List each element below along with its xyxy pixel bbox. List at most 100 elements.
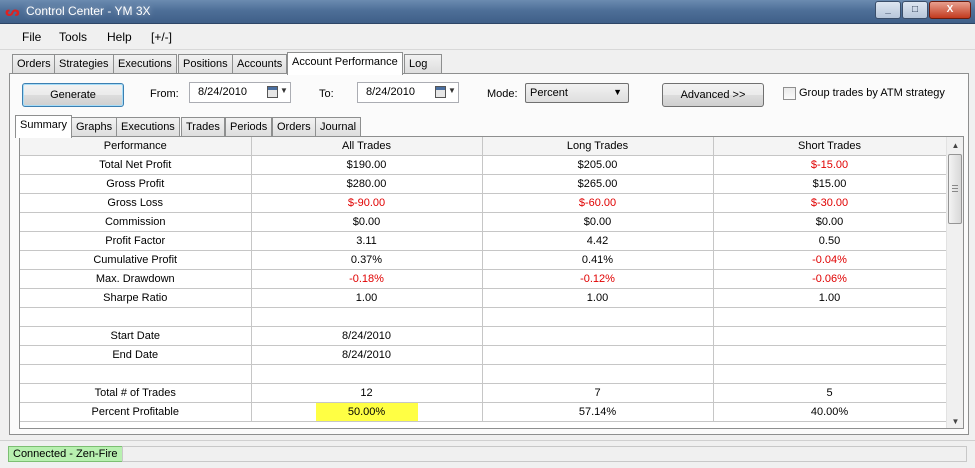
row-label: Total Net Profit	[20, 155, 252, 175]
row-label: Start Date	[20, 326, 252, 346]
short-trades-cell: 1.00	[713, 288, 947, 308]
minimize-button[interactable]: _	[875, 1, 901, 19]
tab-account-performance[interactable]: Account Performance	[287, 52, 403, 75]
long-trades-cell	[482, 326, 714, 346]
menu-help[interactable]: Help	[107, 30, 132, 44]
calendar-icon[interactable]	[267, 86, 278, 98]
all-trades-cell: 50.00%	[251, 402, 483, 422]
table-row[interactable]: Total Net Profit $190.00 $205.00 $-15.00	[20, 155, 947, 175]
menu-expand-toggle[interactable]: [+/-]	[151, 30, 172, 44]
calendar-icon[interactable]	[435, 86, 446, 98]
mode-select[interactable]: Percent ▼	[525, 83, 629, 103]
highlighted-value: 50.00%	[315, 402, 418, 420]
all-trades-cell	[251, 307, 483, 327]
to-date-value: 8/24/2010	[366, 86, 415, 98]
generate-button[interactable]: Generate	[22, 83, 124, 107]
menu-file[interactable]: File	[22, 30, 41, 44]
all-trades-cell	[251, 364, 483, 384]
row-label: Sharpe Ratio	[20, 288, 252, 308]
table-row[interactable]: Start Date 8/24/2010	[20, 326, 947, 346]
long-trades-cell: 57.14%	[482, 402, 714, 422]
table-row[interactable]: Total # of Trades 12 7 5	[20, 383, 947, 403]
column-header-short-trades[interactable]: Short Trades	[713, 137, 947, 156]
short-trades-cell: -0.06%	[713, 269, 947, 289]
scroll-down-icon[interactable]: ▼	[947, 413, 963, 428]
row-label: Max. Drawdown	[20, 269, 252, 289]
row-label: Cumulative Profit	[20, 250, 252, 270]
table-row[interactable]: End Date 8/24/2010	[20, 345, 947, 365]
all-trades-cell: 0.37%	[251, 250, 483, 270]
column-header-long-trades[interactable]: Long Trades	[482, 137, 714, 156]
from-date-picker[interactable]: 8/24/2010 ▼	[189, 82, 291, 103]
column-header-all-trades[interactable]: All Trades	[251, 137, 483, 156]
chevron-down-icon[interactable]: ▼	[448, 86, 456, 95]
long-trades-cell: -0.12%	[482, 269, 714, 289]
summary-grid[interactable]: Performance All Trades Long Trades Short…	[19, 136, 964, 429]
tab-graphs[interactable]: Graphs	[71, 117, 118, 137]
tab-executions-sub[interactable]: Executions	[116, 117, 180, 137]
long-trades-cell: $-60.00	[482, 193, 714, 213]
row-label: End Date	[20, 345, 252, 365]
short-trades-cell	[713, 307, 947, 327]
table-row[interactable]: Commission $0.00 $0.00 $0.00	[20, 212, 947, 232]
all-trades-cell: 8/24/2010	[251, 345, 483, 365]
short-trades-cell: $-30.00	[713, 193, 947, 213]
short-trades-cell	[713, 364, 947, 384]
column-header-performance[interactable]: Performance	[20, 137, 252, 156]
table-row[interactable]: Gross Profit $280.00 $265.00 $15.00	[20, 174, 947, 194]
tab-orders[interactable]: Orders	[12, 54, 56, 74]
status-message-area	[122, 446, 967, 462]
status-bar: Connected - Zen-Fire	[0, 440, 975, 468]
long-trades-cell: $265.00	[482, 174, 714, 194]
tab-executions[interactable]: Executions	[113, 54, 177, 74]
table-row[interactable]: Percent Profitable 50.00% 57.14% 40.00%	[20, 402, 947, 422]
all-trades-cell: 1.00	[251, 288, 483, 308]
table-row[interactable]	[20, 364, 947, 384]
short-trades-cell: $15.00	[713, 174, 947, 194]
advanced-button[interactable]: Advanced >>	[662, 83, 764, 107]
table-row[interactable]	[20, 307, 947, 327]
to-date-picker[interactable]: 8/24/2010 ▼	[357, 82, 459, 103]
menu-bar: File Tools Help [+/-]	[0, 24, 975, 50]
table-row[interactable]: Gross Loss $-90.00 $-60.00 $-30.00	[20, 193, 947, 213]
tab-accounts[interactable]: Accounts	[232, 54, 288, 74]
table-row[interactable]: Max. Drawdown -0.18% -0.12% -0.06%	[20, 269, 947, 289]
long-trades-cell	[482, 345, 714, 365]
table-row[interactable]: Cumulative Profit 0.37% 0.41% -0.04%	[20, 250, 947, 270]
all-trades-cell: 12	[251, 383, 483, 403]
maximize-button[interactable]: □	[902, 1, 928, 19]
close-button[interactable]: X	[929, 1, 971, 19]
tab-strategies[interactable]: Strategies	[54, 54, 114, 74]
vertical-scrollbar[interactable]: ▲ ▼	[946, 137, 963, 428]
tab-journal[interactable]: Journal	[315, 117, 362, 137]
tab-orders-sub[interactable]: Orders	[272, 117, 316, 137]
tab-positions[interactable]: Positions	[178, 54, 233, 74]
group-trades-label[interactable]: Group trades by ATM strategy	[799, 87, 945, 99]
tab-periods[interactable]: Periods	[225, 117, 273, 137]
table-row[interactable]: Profit Factor 3.11 4.42 0.50	[20, 231, 947, 251]
all-trades-cell: -0.18%	[251, 269, 483, 289]
menu-tools[interactable]: Tools	[59, 30, 87, 44]
group-trades-checkbox[interactable]	[783, 87, 796, 100]
short-trades-cell: 5	[713, 383, 947, 403]
row-label: Percent Profitable	[20, 402, 252, 422]
all-trades-cell: $0.00	[251, 212, 483, 232]
scroll-up-icon[interactable]: ▲	[947, 137, 963, 154]
all-trades-cell: $280.00	[251, 174, 483, 194]
row-label: Profit Factor	[20, 231, 252, 251]
chevron-down-icon[interactable]: ▼	[280, 86, 288, 95]
title-bar[interactable]: ᔕ Control Center - YM 3X _ □ X	[0, 0, 975, 24]
tab-trades[interactable]: Trades	[181, 117, 225, 137]
window-title: Control Center - YM 3X	[26, 4, 151, 18]
tab-log[interactable]: Log	[404, 54, 442, 74]
table-header-row: Performance All Trades Long Trades Short…	[20, 137, 947, 156]
all-trades-cell: $190.00	[251, 155, 483, 175]
scrollbar-thumb[interactable]	[948, 154, 962, 224]
long-trades-cell: 1.00	[482, 288, 714, 308]
tab-summary[interactable]: Summary	[15, 115, 73, 138]
long-trades-cell	[482, 307, 714, 327]
mode-label: Mode:	[487, 88, 518, 100]
table-row[interactable]: Sharpe Ratio 1.00 1.00 1.00	[20, 288, 947, 308]
short-trades-cell	[713, 326, 947, 346]
performance-table: Performance All Trades Long Trades Short…	[20, 137, 947, 422]
